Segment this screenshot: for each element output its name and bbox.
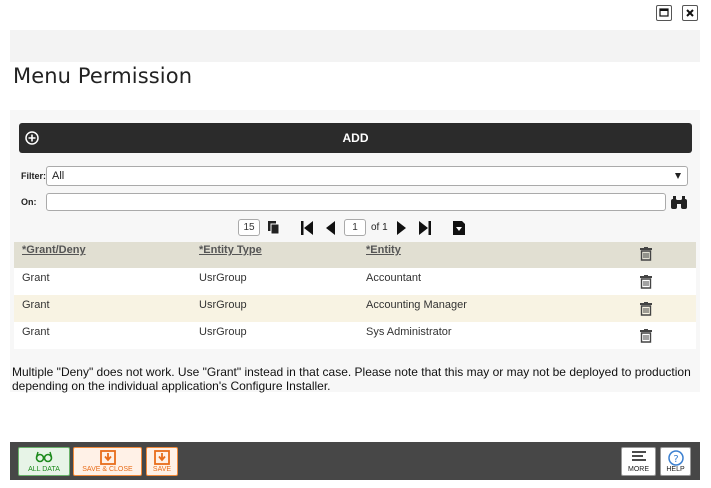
info-note: Multiple "Deny" does not work. Use "Gran…	[12, 365, 691, 393]
page-size-input[interactable]: 15	[238, 219, 260, 236]
save-label: SAVE	[152, 466, 172, 473]
trash-icon[interactable]	[640, 302, 652, 316]
pager: 15 1 of 1	[10, 218, 700, 238]
add-label: ADD	[342, 131, 369, 145]
binoculars-icon[interactable]	[670, 195, 688, 210]
save-close-icon	[99, 450, 116, 465]
previous-page-icon[interactable]	[324, 220, 336, 236]
main-panel: Menu Permission ADD Filter: All On: 15 1	[10, 30, 700, 422]
cell-entity-type: UsrGroup	[199, 326, 247, 338]
help-icon: ?	[667, 450, 684, 466]
next-page-icon[interactable]	[396, 220, 408, 236]
grid-header-row: *Grant/Deny *Entity Type *Entity	[14, 242, 696, 268]
help-button[interactable]: ? HELP	[660, 447, 691, 476]
column-header-grant-deny[interactable]: *Grant/Deny	[22, 244, 86, 256]
table-row[interactable]: Grant UsrGroup Accountant	[14, 268, 696, 295]
add-button[interactable]: ADD	[19, 123, 692, 153]
column-header-entity[interactable]: *Entity	[366, 244, 401, 256]
filter-label: Filter:	[21, 171, 47, 181]
save-icon	[154, 450, 170, 465]
on-label: On:	[21, 197, 37, 207]
plus-circle-icon	[25, 131, 39, 145]
page-size-copy-icon[interactable]	[267, 220, 281, 236]
cell-entity: Sys Administrator	[366, 326, 452, 338]
page-title: Menu Permission	[13, 64, 193, 88]
cell-grant-deny: Grant	[22, 326, 50, 338]
glasses-icon	[35, 451, 53, 463]
all-data-label: ALL DATA	[28, 466, 60, 473]
more-button[interactable]: MORE	[621, 447, 656, 476]
more-label: MORE	[628, 466, 649, 473]
cell-entity: Accounting Manager	[366, 299, 467, 311]
trash-icon[interactable]	[640, 275, 652, 289]
all-data-button[interactable]: ALL DATA	[18, 447, 70, 476]
first-page-icon[interactable]	[300, 220, 314, 236]
table-row[interactable]: Grant UsrGroup Sys Administrator	[14, 322, 696, 349]
page-count-label: of 1	[371, 222, 388, 233]
footer-toolbar: ALL DATA SAVE & CLOSE SAVE MORE ? HELP	[10, 442, 700, 480]
cell-grant-deny: Grant	[22, 272, 50, 284]
close-icon	[686, 9, 694, 17]
close-button[interactable]	[682, 5, 698, 21]
trash-icon[interactable]	[640, 329, 652, 343]
cell-grant-deny: Grant	[22, 299, 50, 311]
help-label: HELP	[666, 466, 685, 473]
trash-icon[interactable]	[640, 247, 652, 261]
maximize-button[interactable]	[656, 5, 672, 21]
current-page-input[interactable]: 1	[344, 219, 366, 236]
filter-value: All	[52, 170, 65, 182]
maximize-icon	[659, 8, 669, 17]
column-header-entity-type[interactable]: *Entity Type	[199, 244, 262, 256]
permissions-grid: *Grant/Deny *Entity Type *Entity Grant U…	[14, 242, 696, 349]
last-page-icon[interactable]	[418, 220, 432, 236]
save-button[interactable]: SAVE	[146, 447, 178, 476]
cell-entity-type: UsrGroup	[199, 299, 247, 311]
cell-entity: Accountant	[366, 272, 422, 284]
save-and-close-button[interactable]: SAVE & CLOSE	[73, 447, 142, 476]
cell-entity-type: UsrGroup	[199, 272, 247, 284]
svg-text:?: ?	[673, 454, 678, 465]
on-input[interactable]	[46, 193, 666, 211]
filter-select[interactable]: All	[46, 166, 688, 186]
save-close-label: SAVE & CLOSE	[82, 466, 133, 473]
menu-lines-icon	[631, 451, 646, 461]
export-icon[interactable]	[452, 220, 466, 236]
chevron-down-icon	[675, 173, 681, 179]
table-row[interactable]: Grant UsrGroup Accounting Manager	[14, 295, 696, 322]
